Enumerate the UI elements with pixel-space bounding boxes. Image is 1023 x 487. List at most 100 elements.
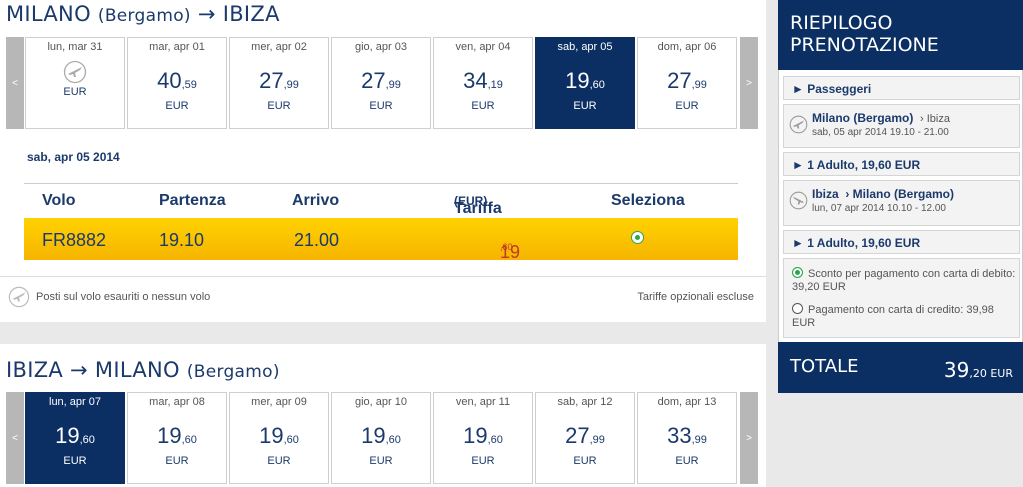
day-price-main: 40 [157, 68, 182, 93]
return-fare-toggle[interactable]: ► 1 Adulto, 19,60 EUR [783, 230, 1020, 254]
plane-icon [789, 191, 808, 210]
outbound-day-cell[interactable]: gio, apr 03 27,99 EUR [331, 37, 431, 129]
day-currency: EUR [573, 100, 597, 112]
total-bar: TOTALE 39,20 EUR [778, 342, 1023, 393]
col-flight: Volo [42, 192, 76, 209]
return-day-cell[interactable]: lun, apr 07 19,60 EUR [25, 392, 125, 484]
optional-fares-note: Tariffe opzionali escluse [637, 291, 754, 303]
flight-row[interactable]: FR8882 19.10 21.00 19,60 [24, 218, 738, 262]
flight-fare-cents: ,60 [500, 242, 513, 252]
day-price-main: 27 [565, 423, 590, 448]
flight-select-radio[interactable] [631, 231, 644, 244]
day-price-main: 34 [463, 68, 488, 93]
day-price-main: 19 [463, 423, 488, 448]
no-flight-plane-icon [63, 60, 87, 84]
return-day-cell[interactable]: dom, apr 13 33,99 EUR [637, 392, 737, 484]
return-prev-arrow[interactable]: < [6, 392, 24, 484]
outbound-day-cell[interactable]: dom, apr 06 27,99 EUR [637, 37, 737, 129]
day-label: gio, apr 10 [355, 396, 407, 408]
outbound-day-cell[interactable]: sab, apr 05 19,60 EUR [535, 37, 635, 129]
day-label: mer, apr 02 [251, 41, 307, 53]
day-label: mer, apr 09 [251, 396, 307, 408]
outbound-destination: IBIZA [222, 2, 280, 26]
outbound-date-strip: < > lun, mar 31 EUR mar, apr 01 40,59 EUR mer… [6, 37, 758, 129]
outbound-fare-toggle[interactable]: ► 1 Adulto, 19,60 EUR [783, 152, 1020, 176]
day-price-main: 19 [157, 423, 182, 448]
summary-title: RIEPILOGO PRENOTAZIONE [790, 12, 939, 56]
return-panel: IBIZA → MILANO (Bergamo) < > lun, apr 07… [0, 344, 766, 487]
day-price-cents: ,60 [589, 79, 605, 91]
no-flight-note: Posti sul volo esauriti o nessun volo [36, 291, 211, 303]
day-price: 27,99 [638, 69, 736, 97]
return-day-cell[interactable]: mer, apr 09 19,60 EUR [229, 392, 329, 484]
col-arrival: Arrivo [292, 192, 340, 209]
outbound-panel: MILANO (Bergamo) → IBIZA < > lun, mar 31… [0, 0, 766, 322]
return-destination: MILANO [94, 358, 180, 382]
return-day-cell[interactable]: ven, apr 11 19,60 EUR [433, 392, 533, 484]
return-day-cell[interactable]: mar, apr 08 19,60 EUR [127, 392, 227, 484]
day-price: 34,19 [434, 69, 532, 97]
summary-return-time: lun, 07 apr 2014 10.10 - 12.00 [812, 203, 946, 214]
summary-outbound-from: Milano (Bergamo) [812, 111, 914, 125]
pay-debit-option[interactable]: Sconto per pagamento con carta di debito… [792, 267, 1017, 294]
day-price-cents: ,99 [385, 79, 401, 91]
day-currency: EUR [165, 100, 189, 112]
day-label: mar, apr 01 [149, 41, 205, 53]
day-price-cents: ,99 [589, 434, 605, 446]
return-day-cell[interactable]: sab, apr 12 27,99 EUR [535, 392, 635, 484]
return-day-cell[interactable]: gio, apr 10 19,60 EUR [331, 392, 431, 484]
day-price-main: 27 [667, 68, 692, 93]
day-price: 33,99 [638, 424, 736, 452]
day-price-cents: ,60 [181, 434, 197, 446]
outbound-next-arrow[interactable]: > [740, 37, 758, 129]
day-price-cents: ,99 [691, 434, 707, 446]
outbound-prev-arrow[interactable]: < [6, 37, 24, 129]
return-arrow: → [70, 358, 88, 382]
pay-credit-option[interactable]: Pagamento con carta di credito: 39,98 EU… [792, 303, 1017, 330]
outbound-day-cell[interactable]: mar, apr 01 40,59 EUR [127, 37, 227, 129]
col-departure: Partenza [159, 192, 226, 209]
pay-credit-radio[interactable] [792, 303, 803, 314]
col-fare-label: Tariffa [454, 200, 502, 217]
outbound-origin: MILANO [6, 2, 91, 26]
summary-body: ► Passeggeri Milano (Bergamo) › Ibiza sa… [778, 70, 1023, 342]
no-flight-plane-icon [8, 286, 30, 308]
day-currency: EUR [369, 455, 393, 467]
day-price-main: 19 [259, 423, 284, 448]
day-price: 27,99 [230, 69, 328, 97]
day-price-main: 19 [565, 68, 590, 93]
summary-return-flight: Ibiza › Milano (Bergamo) lun, 07 apr 201… [783, 180, 1020, 226]
passengers-toggle[interactable]: ► Passeggeri [783, 76, 1020, 100]
flight-table-header: Volo Partenza Arrivo Tariffa (EUR) Selez… [24, 183, 738, 217]
day-price: 27,99 [332, 69, 430, 97]
day-label: sab, apr 12 [557, 396, 613, 408]
return-next-arrow[interactable]: > [740, 392, 758, 484]
return-date-strip: < > lun, apr 07 19,60 EUR mar, apr 08 19,60 E… [6, 392, 758, 484]
pay-debit-radio[interactable] [792, 267, 803, 278]
day-currency: EUR [675, 455, 699, 467]
day-currency: EUR [63, 86, 87, 98]
summary-outbound-route: Milano (Bergamo) › Ibiza [812, 111, 950, 125]
plane-icon [789, 115, 808, 134]
day-label: ven, apr 11 [455, 396, 511, 408]
day-currency: EUR [675, 100, 699, 112]
outbound-day-cell[interactable]: ven, apr 04 34,19 EUR [433, 37, 533, 129]
outbound-day-cell[interactable]: mer, apr 02 27,99 EUR [229, 37, 329, 129]
day-price: 19,60 [434, 424, 532, 452]
day-label: lun, apr 07 [49, 396, 101, 408]
summary-return-route: Ibiza › Milano (Bergamo) [812, 187, 954, 201]
pay-debit-label: Sconto per pagamento con carta di debito… [792, 268, 1016, 293]
outbound-route-title: MILANO (Bergamo) → IBIZA [6, 2, 280, 26]
day-label: lun, mar 31 [47, 41, 103, 53]
day-price-cents: ,99 [691, 79, 707, 91]
summary-outbound-to: › Ibiza [920, 113, 950, 125]
col-fare: Tariffa (EUR) [454, 192, 502, 217]
flight-departure: 19.10 [159, 230, 205, 250]
day-price: 19,60 [26, 424, 124, 452]
return-origin: IBIZA [6, 358, 64, 382]
outbound-arrow: → [197, 2, 216, 26]
summary-outbound-time: sab, 05 apr 2014 19.10 - 21.00 [812, 127, 949, 138]
outbound-day-cell[interactable]: lun, mar 31 EUR [25, 37, 125, 129]
day-currency: EUR [267, 455, 291, 467]
day-price-main: 27 [361, 68, 386, 93]
